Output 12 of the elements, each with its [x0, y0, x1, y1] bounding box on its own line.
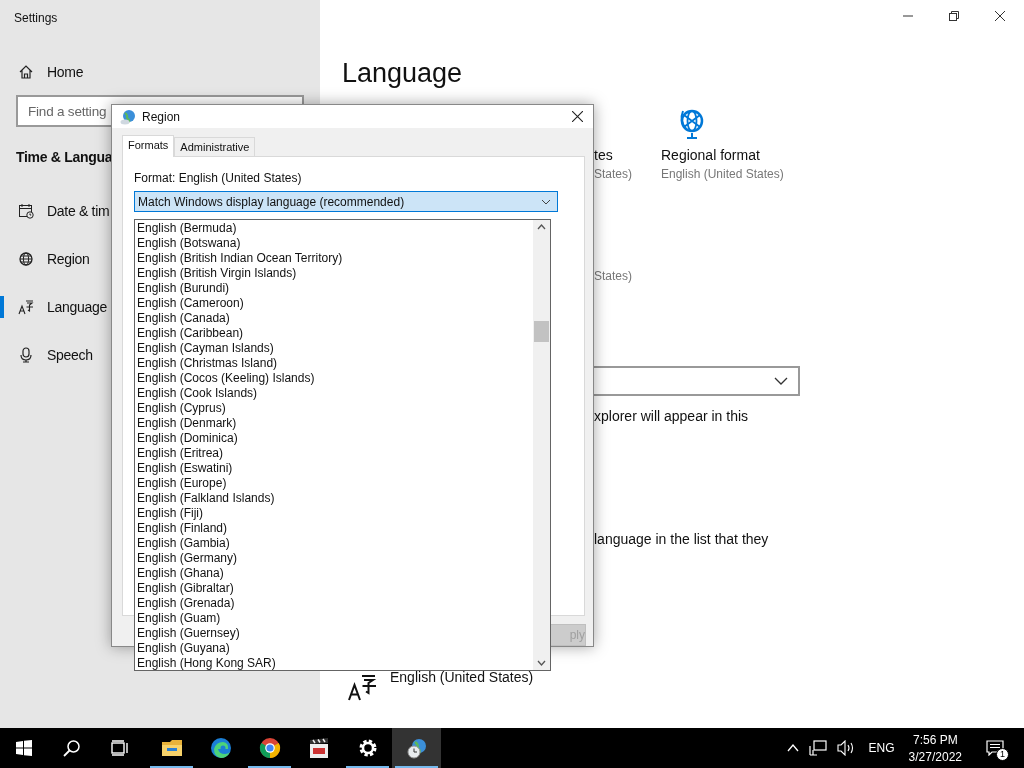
- section-heading: Time & Langua: [16, 149, 113, 165]
- page-title: Language: [341, 57, 464, 90]
- language-name: English (United States): [390, 669, 534, 685]
- window-title: Settings: [13, 10, 59, 27]
- description-text: xplorer will appear in this: [594, 408, 750, 424]
- dialog-title: Region: [142, 109, 182, 124]
- notification-badge: 1: [996, 748, 1009, 761]
- setting-value: States): [594, 269, 633, 283]
- tile-subtitle: English (United States): [661, 167, 784, 181]
- format-label: Format: English (United States): [134, 171, 303, 185]
- description-text: language in the list that they: [594, 531, 770, 547]
- tile-subtitle: States): [594, 167, 633, 181]
